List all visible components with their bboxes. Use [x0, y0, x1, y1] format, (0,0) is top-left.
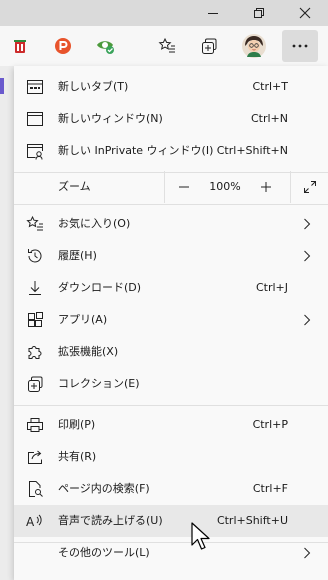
menu-item-label: 印刷(P): [58, 418, 96, 431]
zoom-in-button[interactable]: [248, 171, 284, 203]
chevron-right-icon: [304, 314, 311, 326]
menu-item-extensions[interactable]: 拡張機能(X): [14, 336, 328, 368]
menu-divider: [14, 405, 328, 406]
history-icon: [28, 249, 42, 263]
menu-item-share[interactable]: 共有(R): [14, 441, 328, 473]
profile-button[interactable]: [234, 26, 274, 66]
restore-button[interactable]: [236, 0, 282, 26]
menu-item-read-aloud[interactable]: A 音声で読み上げる(U) Ctrl+Shift+U: [14, 505, 328, 537]
collections-icon: [28, 376, 43, 392]
printer-icon: [27, 418, 43, 432]
menu-item-label: その他のツール(L): [58, 546, 150, 559]
zoom-divider: [164, 171, 165, 203]
menu-item-shortcut: Ctrl+Shift+U: [216, 514, 288, 527]
favorites-button[interactable]: [147, 26, 187, 66]
browser-toolbar: [0, 26, 328, 66]
find-in-page-icon: [29, 481, 43, 497]
menu-item-label: コレクション(E): [58, 377, 140, 390]
page-behind-menu: [0, 66, 14, 580]
menu-item-favorites[interactable]: お気に入り(O): [14, 208, 328, 240]
menu-item-label: 履歴(H): [58, 249, 97, 262]
p-extension-icon: [55, 38, 71, 54]
menu-item-label: 新しいウィンドウ(N): [58, 112, 163, 125]
puzzle-piece-icon: [28, 346, 42, 359]
avatar: [242, 34, 266, 58]
chevron-right-icon: [304, 547, 311, 559]
extension-eye-button[interactable]: [86, 26, 126, 66]
menu-item-downloads[interactable]: ダウンロード(D) Ctrl+J: [14, 272, 328, 304]
zoom-level: 100%: [209, 180, 241, 193]
mouse-cursor-icon: [191, 522, 210, 550]
menu-item-shortcut: Ctrl+P: [252, 418, 288, 431]
menu-item-label: アプリ(A): [58, 313, 108, 326]
menu-item-label: 新しい InPrivate ウィンドウ(I): [58, 144, 214, 157]
title-bar: [0, 0, 328, 26]
trash-extension-icon: [14, 40, 26, 53]
restore-icon: [254, 8, 264, 18]
menu-item-shortcut: Ctrl+Shift+N: [216, 144, 288, 157]
read-aloud-icon: A: [26, 514, 42, 529]
settings-and-more-button[interactable]: [282, 30, 318, 62]
menu-item-new-window[interactable]: 新しいウィンドウ(N) Ctrl+N: [14, 103, 328, 135]
collections-icon: [202, 38, 217, 54]
menu-item-shortcut: Ctrl+J: [255, 281, 288, 294]
menu-item-label: ページ内の検索(F): [58, 482, 150, 495]
close-button[interactable]: [282, 0, 328, 26]
chevron-right-icon: [304, 250, 311, 262]
zoom-row: ズーム 100%: [14, 171, 328, 203]
fullscreen-button[interactable]: [292, 171, 328, 203]
zoom-label: ズーム: [58, 180, 91, 193]
inprivate-icon: [27, 144, 43, 160]
favorites-list-icon: [26, 215, 43, 231]
menu-item-shortcut: Ctrl+N: [250, 112, 288, 125]
minus-icon: [179, 186, 189, 188]
menu-item-label: ダウンロード(D): [58, 281, 142, 294]
expand-diagonal-icon: [304, 181, 316, 193]
menu-divider: [14, 204, 328, 205]
apps-icon: [28, 312, 43, 327]
more-horizontal-icon: [292, 44, 308, 48]
zoom-out-button[interactable]: [166, 171, 202, 203]
zoom-divider: [290, 171, 291, 203]
menu-item-history[interactable]: 履歴(H): [14, 240, 328, 272]
plus-icon: [261, 182, 271, 192]
menu-item-label: 拡張機能(X): [58, 345, 119, 358]
svg-text:A: A: [26, 515, 35, 529]
page-accent-bar: [0, 78, 4, 94]
collections-button[interactable]: [189, 26, 229, 66]
extension-trash-button[interactable]: [0, 26, 40, 66]
menu-item-new-inprivate-window[interactable]: 新しい InPrivate ウィンドウ(I) Ctrl+Shift+N: [14, 135, 328, 167]
share-icon: [28, 450, 42, 464]
close-icon: [299, 7, 311, 19]
new-tab-icon: [27, 80, 43, 94]
download-icon: [29, 281, 41, 295]
menu-item-label: お気に入り(O): [58, 217, 131, 230]
menu-item-apps[interactable]: アプリ(A): [14, 304, 328, 336]
eye-check-extension-icon: [97, 41, 114, 54]
settings-menu: 新しいタブ(T) Ctrl+T 新しいウィンドウ(N) Ctrl+N 新しい I…: [14, 66, 328, 580]
menu-item-new-tab[interactable]: 新しいタブ(T) Ctrl+T: [14, 71, 328, 103]
minimize-icon: [208, 13, 218, 14]
menu-item-more-tools[interactable]: その他のツール(L): [14, 537, 328, 569]
new-window-icon: [27, 112, 43, 126]
minimize-button[interactable]: [190, 0, 236, 26]
menu-item-find-on-page[interactable]: ページ内の検索(F) Ctrl+F: [14, 473, 328, 505]
menu-item-shortcut: Ctrl+T: [252, 80, 288, 93]
menu-item-collections[interactable]: コレクション(E): [14, 368, 328, 400]
menu-item-label: 共有(R): [58, 450, 97, 463]
menu-item-print[interactable]: 印刷(P) Ctrl+P: [14, 409, 328, 441]
menu-item-label: 新しいタブ(T): [58, 80, 129, 93]
extension-p-button[interactable]: [43, 26, 83, 66]
chevron-right-icon: [304, 218, 311, 230]
favorites-list-icon: [158, 37, 175, 53]
menu-item-label: 音声で読み上げる(U): [58, 514, 163, 527]
menu-item-shortcut: Ctrl+F: [252, 482, 288, 495]
